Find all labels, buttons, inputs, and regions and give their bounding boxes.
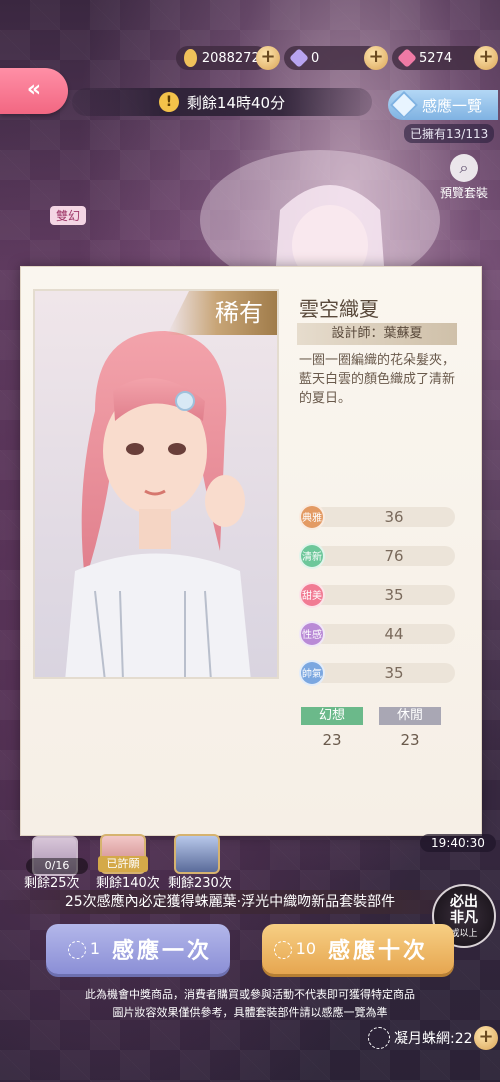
timer-text: 剩餘14時40分 <box>186 93 286 112</box>
wished-badge: 已許願 <box>98 856 148 872</box>
portrait-illustration <box>65 331 251 677</box>
silk-counter: 凝月蛛網:22 <box>368 1026 473 1050</box>
silk-label: 凝月蛛網:22 <box>394 1031 473 1047</box>
draw-ten-label: 感應十次 <box>328 939 429 964</box>
pool-clock: 19:40:30 <box>420 834 496 852</box>
type-value-fantasy: 23 <box>322 731 342 749</box>
stat-tag-elegant: 典雅 <box>299 504 325 530</box>
pink-gem-icon <box>397 48 417 68</box>
draw-ten-cost: 10 <box>262 939 316 959</box>
collection-overview-button[interactable]: 感應一覽 <box>388 90 498 120</box>
diamond-icon <box>289 48 309 68</box>
back-arrow-icon: « <box>26 77 42 102</box>
stat-tag-sweet: 甜美 <box>299 582 325 608</box>
item-portrait: 稀有 <box>33 289 279 679</box>
preview-outfit-button[interactable]: ⌕ 預覽套裝 <box>434 154 494 201</box>
add-silk-button[interactable]: + <box>474 1026 498 1050</box>
draw-once-cost: 1 <box>46 939 100 959</box>
draw-ten-button[interactable]: 10 感應十次 <box>262 924 454 974</box>
event-timer: ! 剩餘14時40分 <box>72 88 372 116</box>
cat-coin-icon <box>184 49 197 67</box>
spider-web-icon <box>273 940 292 959</box>
stat-value-cool: 35 <box>384 664 404 682</box>
item-detail-card: 稀有 雲空織夏 設計師：葉蘇夏 一圈一圈編織的花朵髮夾，藍天白雲的顏色織成了清新… <box>20 266 482 836</box>
reward-thumb-3[interactable] <box>174 834 220 874</box>
magnifier-icon: ⌕ <box>450 154 478 182</box>
type-tag-casual: 休閒 <box>379 707 441 725</box>
stat-value-elegant: 36 <box>384 508 404 526</box>
stat-tag-fresh: 清新 <box>299 543 325 569</box>
add-gems-button[interactable]: + <box>474 46 498 70</box>
stat-elegant: 典雅 36 <box>299 504 455 530</box>
disclaimer-line-2: 圖片妝容效果僅供參考，具體套裝部件請以感應一覽為準 <box>112 1006 388 1019</box>
add-diamonds-button[interactable]: + <box>364 46 388 70</box>
draw-once-label: 感應一次 <box>112 939 213 964</box>
gem-amount: 5274 <box>419 50 453 66</box>
designer-label: 設計師：葉蘇夏 <box>297 323 457 345</box>
stat-cool: 帥氣 35 <box>299 660 455 686</box>
stat-value-fresh: 76 <box>384 547 404 565</box>
remaining-label-3: 剩餘230次 <box>168 876 232 891</box>
collection-label: 感應一覽 <box>422 96 483 115</box>
character-artwork <box>200 150 440 280</box>
draw-ten-cost-value: 10 <box>295 939 316 959</box>
stat-sweet: 甜美 35 <box>299 582 455 608</box>
stat-value-sweet: 35 <box>384 586 404 604</box>
guarantee-banner: 25次感應內必定獲得蛛麗葉·浮光中織吻新品套裝部件 <box>0 890 500 914</box>
stat-value-sexy: 44 <box>384 625 404 643</box>
stat-tag-cool: 帥氣 <box>299 660 325 686</box>
back-button[interactable]: « <box>0 68 68 114</box>
owned-count: 已擁有13/113 <box>404 124 495 143</box>
spider-web-icon <box>67 940 86 959</box>
item-name: 雲空織夏 <box>299 297 379 321</box>
type-value-casual: 23 <box>400 731 420 749</box>
stat-tag-sexy: 性感 <box>299 621 325 647</box>
coin-counter: 20882724 <box>176 46 268 70</box>
fantasy-badge: 雙幻 <box>50 206 87 225</box>
draw-once-cost-value: 1 <box>89 939 100 959</box>
spider-web-icon <box>368 1027 390 1049</box>
seal-line-1: 必出 <box>450 894 478 910</box>
stat-fresh: 清新 76 <box>299 543 455 569</box>
type-tag-fantasy: 幻想 <box>301 707 363 725</box>
item-description: 一圈一圈編織的花朵髮夾，藍天白雲的顏色織成了清新的夏日。 <box>299 353 456 406</box>
diamond-amount: 0 <box>311 50 320 66</box>
alert-icon: ! <box>158 92 179 112</box>
preview-label: 預覽套裝 <box>439 186 488 200</box>
remaining-label-2: 剩餘140次 <box>96 876 160 891</box>
crystal-icon <box>389 90 419 120</box>
stat-sexy: 性感 44 <box>299 621 455 647</box>
disclaimer-line-1: 此為機會中獎商品，消費者購買或參與活動不代表即可獲得特定商品 <box>85 988 415 1001</box>
draw-once-button[interactable]: 1 感應一次 <box>46 924 230 974</box>
remaining-label-1: 剩餘25次 <box>24 876 80 891</box>
add-coins-button[interactable]: + <box>256 46 280 70</box>
